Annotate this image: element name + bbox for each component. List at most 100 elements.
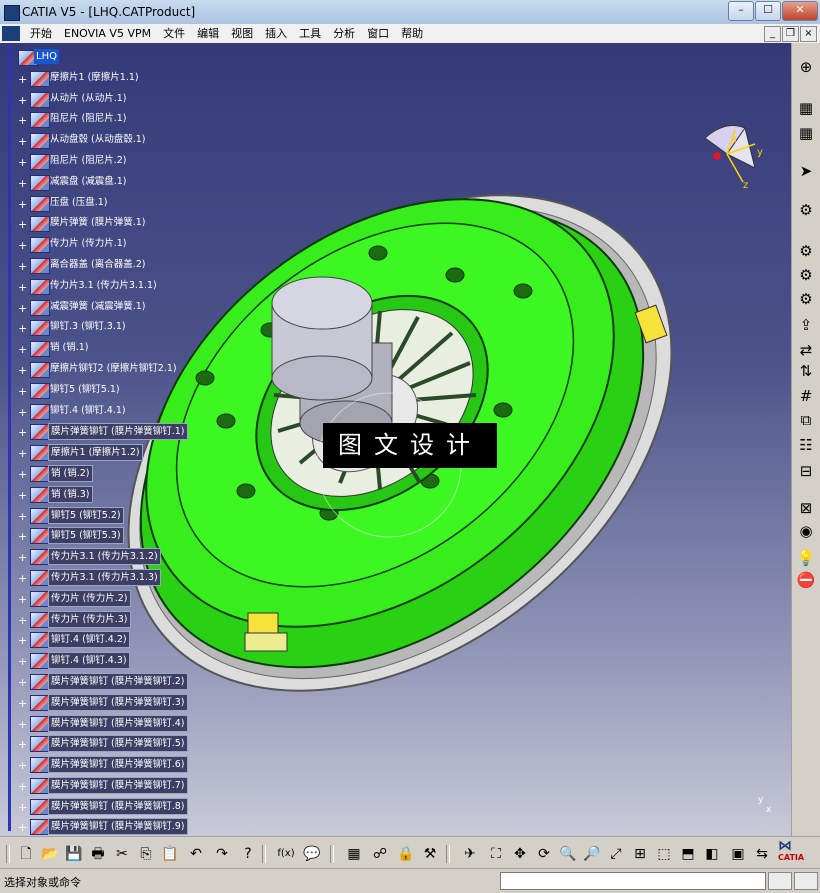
cut-icon[interactable]: ✂ (112, 844, 132, 864)
bom-icon[interactable]: ☷ (796, 435, 816, 455)
expand-icon[interactable]: + (18, 781, 27, 792)
menu-analyze[interactable]: 分析 (327, 26, 361, 41)
expand-icon[interactable]: + (18, 511, 27, 522)
expand-icon[interactable]: + (18, 178, 27, 189)
expand-icon[interactable]: + (18, 822, 27, 833)
tree-item-label[interactable]: 铆钉5 (铆钉5.3) (48, 527, 124, 545)
tree-item-label[interactable]: 膜片弹簧铆钉 (膜片弹簧铆钉.5) (48, 735, 188, 753)
tree-item-label[interactable]: 膜片弹簧铆钉 (膜片弹簧铆钉.9) (48, 818, 188, 836)
tree-item-label[interactable]: 阻尼片 (阻尼片.2) (48, 153, 129, 168)
minimize-button[interactable]: – (728, 1, 754, 21)
maximize-button[interactable]: ☐ (755, 1, 781, 21)
part-icon[interactable]: ▦ (796, 123, 816, 143)
expand-icon[interactable]: + (18, 615, 27, 626)
existing-component-icon[interactable]: ⇪ (796, 315, 816, 335)
constraint-icon[interactable]: ⊟ (796, 461, 816, 481)
open-icon[interactable]: 📂 (40, 844, 60, 864)
rotate-icon[interactable]: ⟳ (534, 844, 554, 864)
expand-icon[interactable]: + (18, 490, 27, 501)
tree-item-label[interactable]: 膜片弹簧铆钉 (膜片弹簧铆钉.6) (48, 756, 188, 774)
tree-item-label[interactable]: 销 (销.3) (48, 485, 93, 503)
expand-icon[interactable]: + (18, 219, 27, 230)
tree-item-label[interactable]: 铆钉5 (铆钉5.2) (48, 506, 124, 524)
expand-icon[interactable]: + (18, 573, 27, 584)
multi-view-icon[interactable]: ⊞ (630, 844, 650, 864)
light-icon[interactable]: 💡 (796, 548, 816, 568)
tree-item-label[interactable]: 膜片弹簧铆钉 (膜片弹簧铆钉.4) (48, 714, 188, 732)
tree-item-label[interactable]: 减震弹簧 (减震弹簧.1) (48, 299, 148, 314)
tree-item-label[interactable]: 摩擦片1 (摩擦片1.2) (48, 444, 143, 462)
reorder-icon[interactable]: ⇅ (796, 361, 816, 381)
tree-item-label[interactable]: 膜片弹簧 (膜片弹簧.1) (48, 215, 148, 230)
menu-view[interactable]: 视图 (225, 26, 259, 41)
expand-icon[interactable]: + (18, 656, 27, 667)
expand-icon[interactable]: + (18, 407, 27, 418)
paste-icon[interactable]: 📋 (160, 844, 180, 864)
print-icon[interactable]: 🖶 (88, 844, 108, 864)
tree-item-label[interactable]: 从动盘毂 (从动盘毂.1) (48, 132, 148, 147)
expand-icon[interactable]: + (18, 531, 27, 542)
expand-icon[interactable]: + (18, 157, 27, 168)
expand-icon[interactable]: + (18, 303, 27, 314)
expand-icon[interactable]: + (18, 448, 27, 459)
swap-visible-icon[interactable]: ⇆ (752, 844, 772, 864)
expand-icon[interactable]: + (18, 594, 27, 605)
formula-icon[interactable]: f(x) (276, 844, 296, 864)
tree-item-label[interactable]: 铆钉.3 (铆钉.3.1) (48, 319, 128, 334)
doc-close-button[interactable]: × (800, 26, 817, 42)
tree-item-label[interactable]: 铆钉.4 (铆钉.4.3) (48, 652, 130, 670)
tools-icon[interactable]: ⚒ (420, 844, 440, 864)
menu-help[interactable]: 帮助 (395, 26, 429, 41)
shading-icon[interactable]: ◧ (702, 844, 722, 864)
expand-icon[interactable]: + (18, 677, 27, 688)
expand-icon[interactable]: + (18, 552, 27, 563)
expand-icon[interactable]: + (18, 698, 27, 709)
tree-item-label[interactable]: 传力片3.1 (传力片3.1.2) (48, 548, 161, 566)
whats-this-icon[interactable]: ? (238, 844, 258, 864)
new-component-icon[interactable]: ⚙ (796, 241, 816, 261)
table-icon[interactable]: ▦ (344, 844, 364, 864)
redo-icon[interactable]: ↷ (212, 844, 232, 864)
copy-icon[interactable]: ⎘ (136, 844, 156, 864)
tree-item-label[interactable]: 铆钉.4 (铆钉.4.1) (48, 403, 128, 418)
zoom-out-icon[interactable]: 🔎 (582, 844, 602, 864)
fly-icon[interactable]: ✈ (460, 844, 480, 864)
tree-item-label[interactable]: 销 (销.2) (48, 464, 93, 482)
expand-icon[interactable]: + (18, 261, 27, 272)
tree-item-label[interactable]: 传力片3.1 (传力片3.1.1) (48, 278, 159, 293)
tree-item-label[interactable]: 销 (销.1) (48, 340, 91, 355)
expand-icon[interactable]: + (18, 344, 27, 355)
view-mode-icon[interactable]: ⬒ (678, 844, 698, 864)
hide-icon[interactable]: ◉ (796, 521, 816, 541)
tree-item-label[interactable]: 阻尼片 (阻尼片.1) (48, 111, 129, 126)
expand-icon[interactable]: + (18, 74, 27, 85)
expand-icon[interactable]: + (18, 469, 27, 480)
menu-insert[interactable]: 插入 (259, 26, 293, 41)
tree-item-label[interactable]: 膜片弹簧铆钉 (膜片弹簧铆钉.2) (48, 672, 188, 690)
compass-icon[interactable]: ⊕ (796, 57, 816, 77)
product-icon[interactable]: ▦ (796, 98, 816, 118)
command-ok-button[interactable] (768, 872, 792, 890)
expand-icon[interactable]: + (18, 739, 27, 750)
tree-icon[interactable]: ☍ (370, 844, 390, 864)
fit-all-icon[interactable]: ⛶ (486, 844, 506, 864)
zoom-in-icon[interactable]: 🔍 (558, 844, 578, 864)
clash-icon[interactable]: ⛔ (796, 570, 816, 590)
menu-start[interactable]: 开始 (24, 26, 58, 41)
part-design-icon[interactable]: ⚙ (796, 200, 816, 220)
select-icon[interactable]: ➤ (796, 161, 816, 181)
menu-tools[interactable]: 工具 (293, 26, 327, 41)
undo-icon[interactable]: ↶ (186, 844, 206, 864)
tree-item-label[interactable]: 减震盘 (减震盘.1) (48, 174, 129, 189)
new-product-icon[interactable]: ⚙ (796, 265, 816, 285)
tree-root-label[interactable]: LHQ (34, 49, 59, 64)
tree-item-label[interactable]: 膜片弹簧铆钉 (膜片弹簧铆钉.3) (48, 693, 188, 711)
tree-item-label[interactable]: 离合器盖 (离合器盖.2) (48, 257, 148, 272)
tree-item-label[interactable]: 膜片弹簧铆钉 (膜片弹簧铆钉.8) (48, 797, 188, 815)
tree-item-label[interactable]: 铆钉.4 (铆钉.4.2) (48, 631, 130, 649)
close-button[interactable]: ✕ (782, 1, 818, 21)
document-system-icon[interactable] (2, 26, 20, 41)
expand-icon[interactable]: + (18, 635, 27, 646)
fix-icon[interactable]: ⊠ (796, 498, 816, 518)
expand-icon[interactable]: + (18, 136, 27, 147)
